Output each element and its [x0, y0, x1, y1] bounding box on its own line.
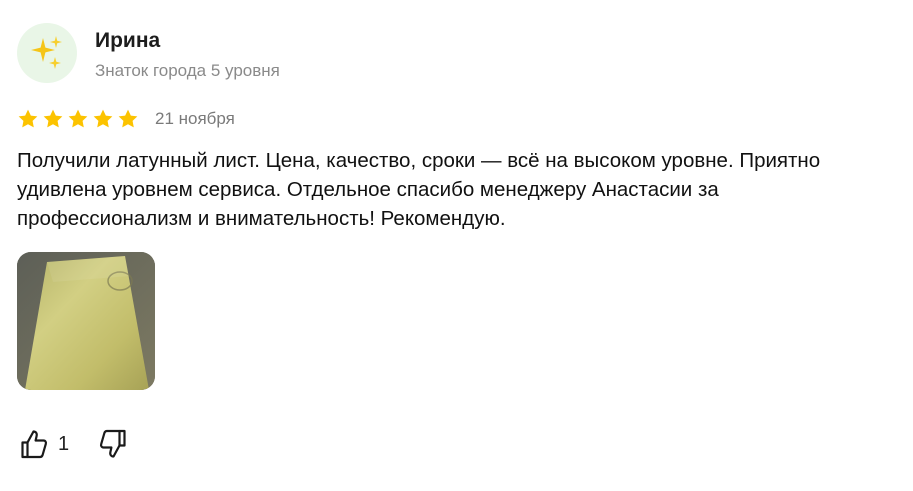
author-name[interactable]: Ирина [95, 29, 160, 53]
review-date: 21 ноября [155, 109, 235, 128]
author-level: Знаток города 5 уровня [95, 61, 280, 80]
star-icon [68, 109, 88, 128]
dislike-button[interactable] [97, 428, 127, 460]
avatar[interactable] [17, 23, 77, 83]
star-icon [18, 109, 38, 128]
review-text: Получили латунный лист. Цена, качество, … [17, 149, 821, 230]
thumbs-up-icon [21, 430, 48, 459]
star-icon [43, 109, 63, 128]
like-button[interactable]: 1 [20, 428, 97, 460]
like-count: 1 [58, 432, 70, 455]
sparkles-icon [31, 36, 62, 69]
review-photo[interactable] [17, 252, 155, 390]
review-actions: 1 [20, 428, 127, 460]
star-icon [118, 109, 138, 128]
thumbs-down-icon [100, 429, 126, 458]
rating-stars [17, 108, 139, 130]
star-icon [93, 109, 113, 128]
brass-sheet-photo [17, 252, 155, 390]
